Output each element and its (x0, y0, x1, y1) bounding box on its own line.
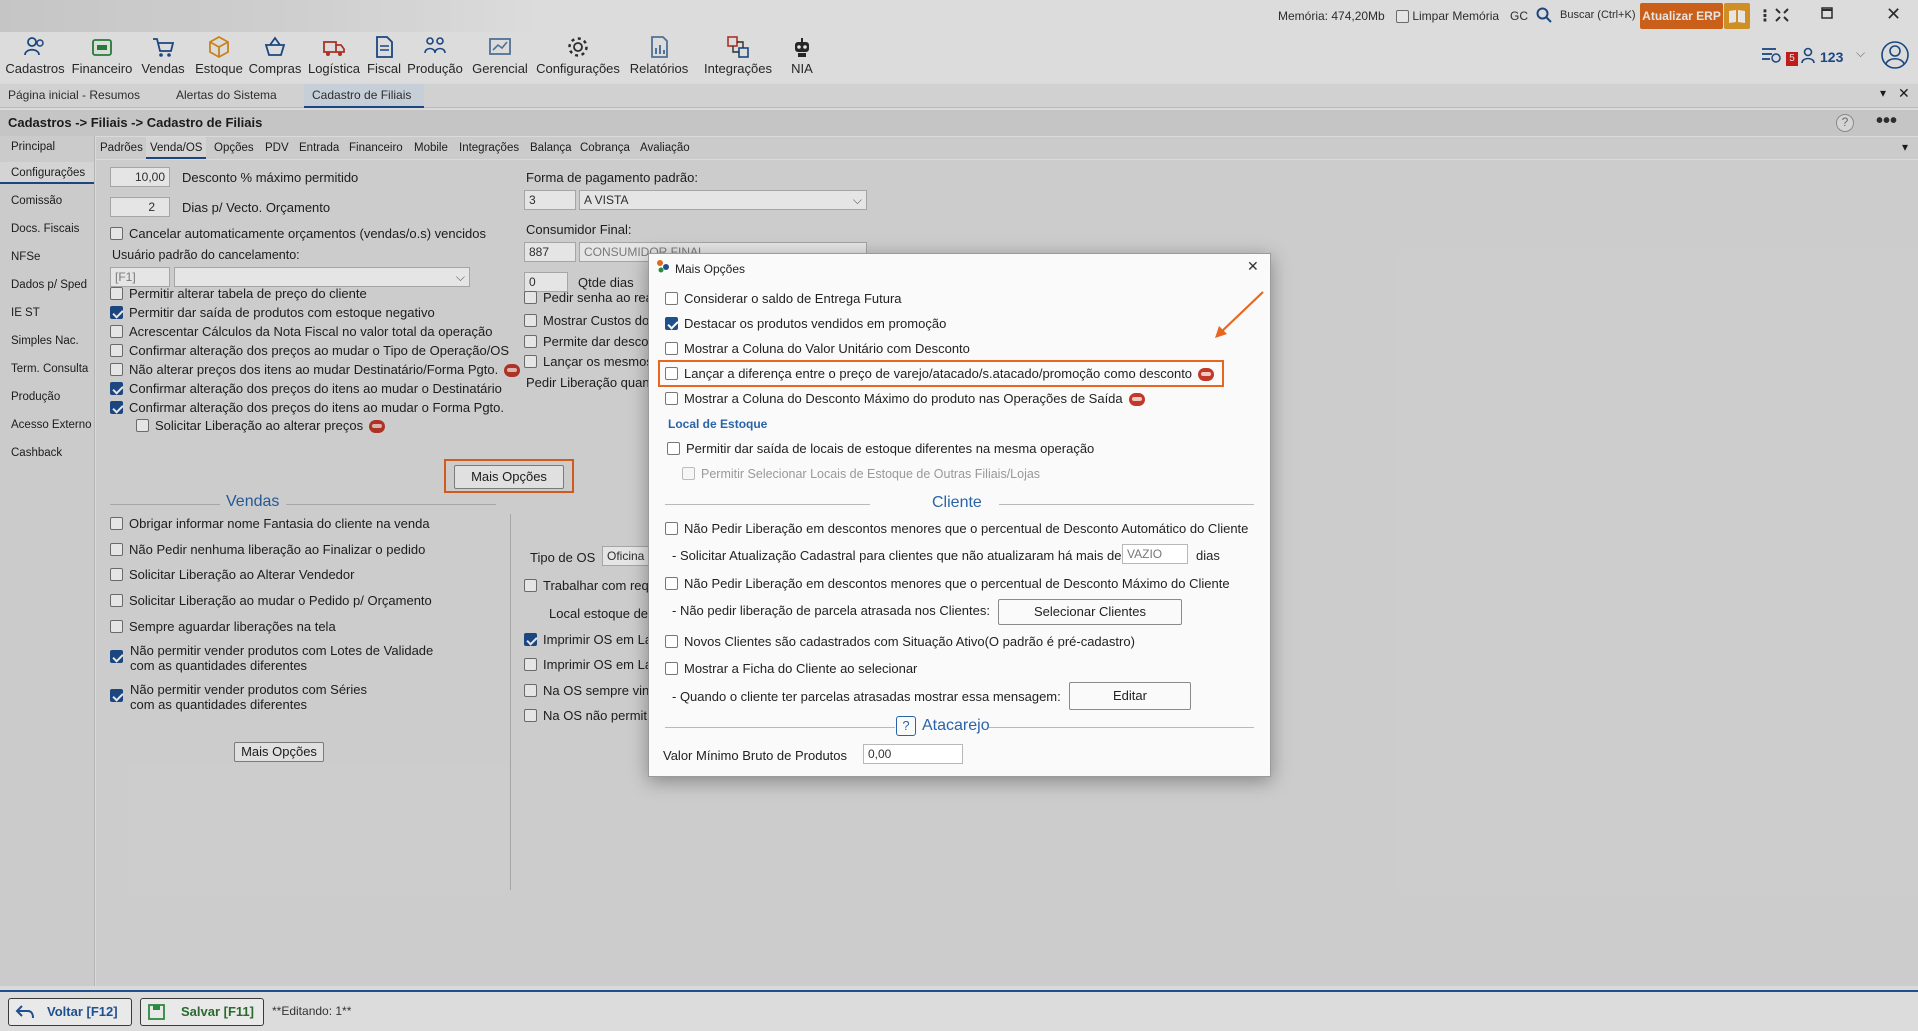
checkbox-checked-icon (665, 317, 678, 331)
dlg-check-permitir-locais[interactable]: Permitir dar saída de locais de estoque … (667, 441, 1094, 456)
checkbox-icon (665, 635, 678, 649)
dlg-check-desconto-maximo[interactable]: Mostrar a Coluna do Desconto Máximo do p… (665, 391, 1145, 407)
check-label: Lançar a diferença entre o preço de vare… (684, 366, 1193, 381)
cliente-title: Cliente (932, 494, 982, 511)
annotation-arrow-icon (1211, 290, 1267, 340)
checkbox-disabled-icon (682, 467, 695, 481)
atacarejo-divider (989, 727, 1254, 728)
check-label: Permitir dar saída de locais de estoque … (686, 441, 1095, 456)
local-estoque-title: Local de Estoque (668, 417, 768, 431)
voltar-label: Voltar [F12] (47, 1004, 118, 1019)
dialog-app-icon (655, 258, 671, 274)
check-label: Não Pedir Liberação em descontos menores… (684, 576, 1230, 591)
checkbox-icon (665, 577, 678, 591)
dlg-check-entrega-futura[interactable]: Considerar o saldo de Entrega Futura (665, 291, 902, 306)
check-label: Considerar o saldo de Entrega Futura (684, 291, 902, 306)
dlg-check-nao-pedir-auto[interactable]: Não Pedir Liberação em descontos menores… (665, 521, 1248, 536)
dlg-check-mostrar-ficha[interactable]: Mostrar a Ficha do Cliente ao selecionar (665, 661, 917, 676)
checkbox-icon (665, 342, 678, 356)
checkbox-icon (665, 662, 678, 676)
atacarejo-divider (665, 727, 895, 728)
valor-minimo-label: Valor Mínimo Bruto de Produtos (663, 748, 848, 763)
dlg-check-outras-filiais[interactable]: Permitir Selecionar Locais de Estoque de… (682, 467, 1040, 481)
checkbox-icon (665, 522, 678, 536)
mais-opcoes-dialog: Mais Opções ✕ Considerar o saldo de Entr… (648, 253, 1271, 777)
editing-status: **Editando: 1** (272, 1004, 352, 1018)
salvar-button[interactable]: Salvar [F11] (140, 998, 264, 1026)
check-label: Novos Clientes são cadastrados com Situa… (684, 634, 1135, 649)
checkbox-icon (665, 367, 678, 381)
back-arrow-icon (15, 1003, 35, 1021)
dlg-check-nao-pedir-max[interactable]: Não Pedir Liberação em descontos menores… (665, 576, 1230, 591)
parcelas-msg-label: - Quando o cliente ter parcelas atrasada… (672, 689, 1061, 704)
check-label: Não Pedir Liberação em descontos menores… (684, 521, 1249, 536)
check-label: Destacar os produtos vendidos em promoçã… (684, 316, 947, 331)
selecionar-clientes-button[interactable]: Selecionar Clientes (998, 599, 1182, 625)
dlg-check-lancar-diferenca[interactable]: Lançar a diferença entre o preço de vare… (665, 366, 1215, 382)
save-icon (147, 1003, 167, 1021)
checkbox-icon (665, 392, 678, 406)
editar-button[interactable]: Editar (1069, 682, 1191, 710)
checkbox-icon (667, 442, 680, 456)
check-label: Mostrar a Coluna do Valor Unitário com D… (684, 341, 970, 356)
dialog-title: Mais Opções (675, 262, 746, 276)
dlg-check-valor-unitario[interactable]: Mostrar a Coluna do Valor Unitário com D… (665, 341, 970, 356)
checkbox-icon (665, 292, 678, 306)
atacarejo-title: Atacarejo (922, 717, 990, 734)
help-icon[interactable]: ? (896, 716, 916, 736)
voltar-button[interactable]: Voltar [F12] (8, 998, 132, 1026)
dlg-check-novos-clientes[interactable]: Novos Clientes são cadastrados com Situa… (665, 634, 1135, 649)
dlg-check-destacar-promocao[interactable]: Destacar os produtos vendidos em promoçã… (665, 316, 946, 331)
dialog-close-icon[interactable]: ✕ (1247, 258, 1259, 275)
promo-icon (1128, 393, 1145, 407)
promo-icon (1198, 368, 1215, 382)
dias-label: dias (1196, 548, 1220, 563)
solicitar-atualizacao-label: - Solicitar Atualização Cadastral para c… (672, 548, 1122, 563)
cliente-divider (999, 504, 1254, 505)
valor-minimo-input[interactable]: 0,00 (863, 744, 963, 764)
check-label: Mostrar a Coluna do Desconto Máximo do p… (684, 391, 1123, 406)
nao-pedir-parcela-label: - Não pedir liberação de parcela atrasad… (672, 603, 990, 618)
check-label: Permitir Selecionar Locais de Estoque de… (701, 467, 1041, 481)
check-label: Mostrar a Ficha do Cliente ao selecionar (684, 661, 918, 676)
bottom-bar: Voltar [F12] Salvar [F11] **Editando: 1*… (0, 990, 1918, 1031)
cliente-divider (665, 504, 870, 505)
atualizacao-dias-input[interactable]: VAZIO (1122, 544, 1188, 564)
salvar-label: Salvar [F11] (181, 1004, 254, 1019)
